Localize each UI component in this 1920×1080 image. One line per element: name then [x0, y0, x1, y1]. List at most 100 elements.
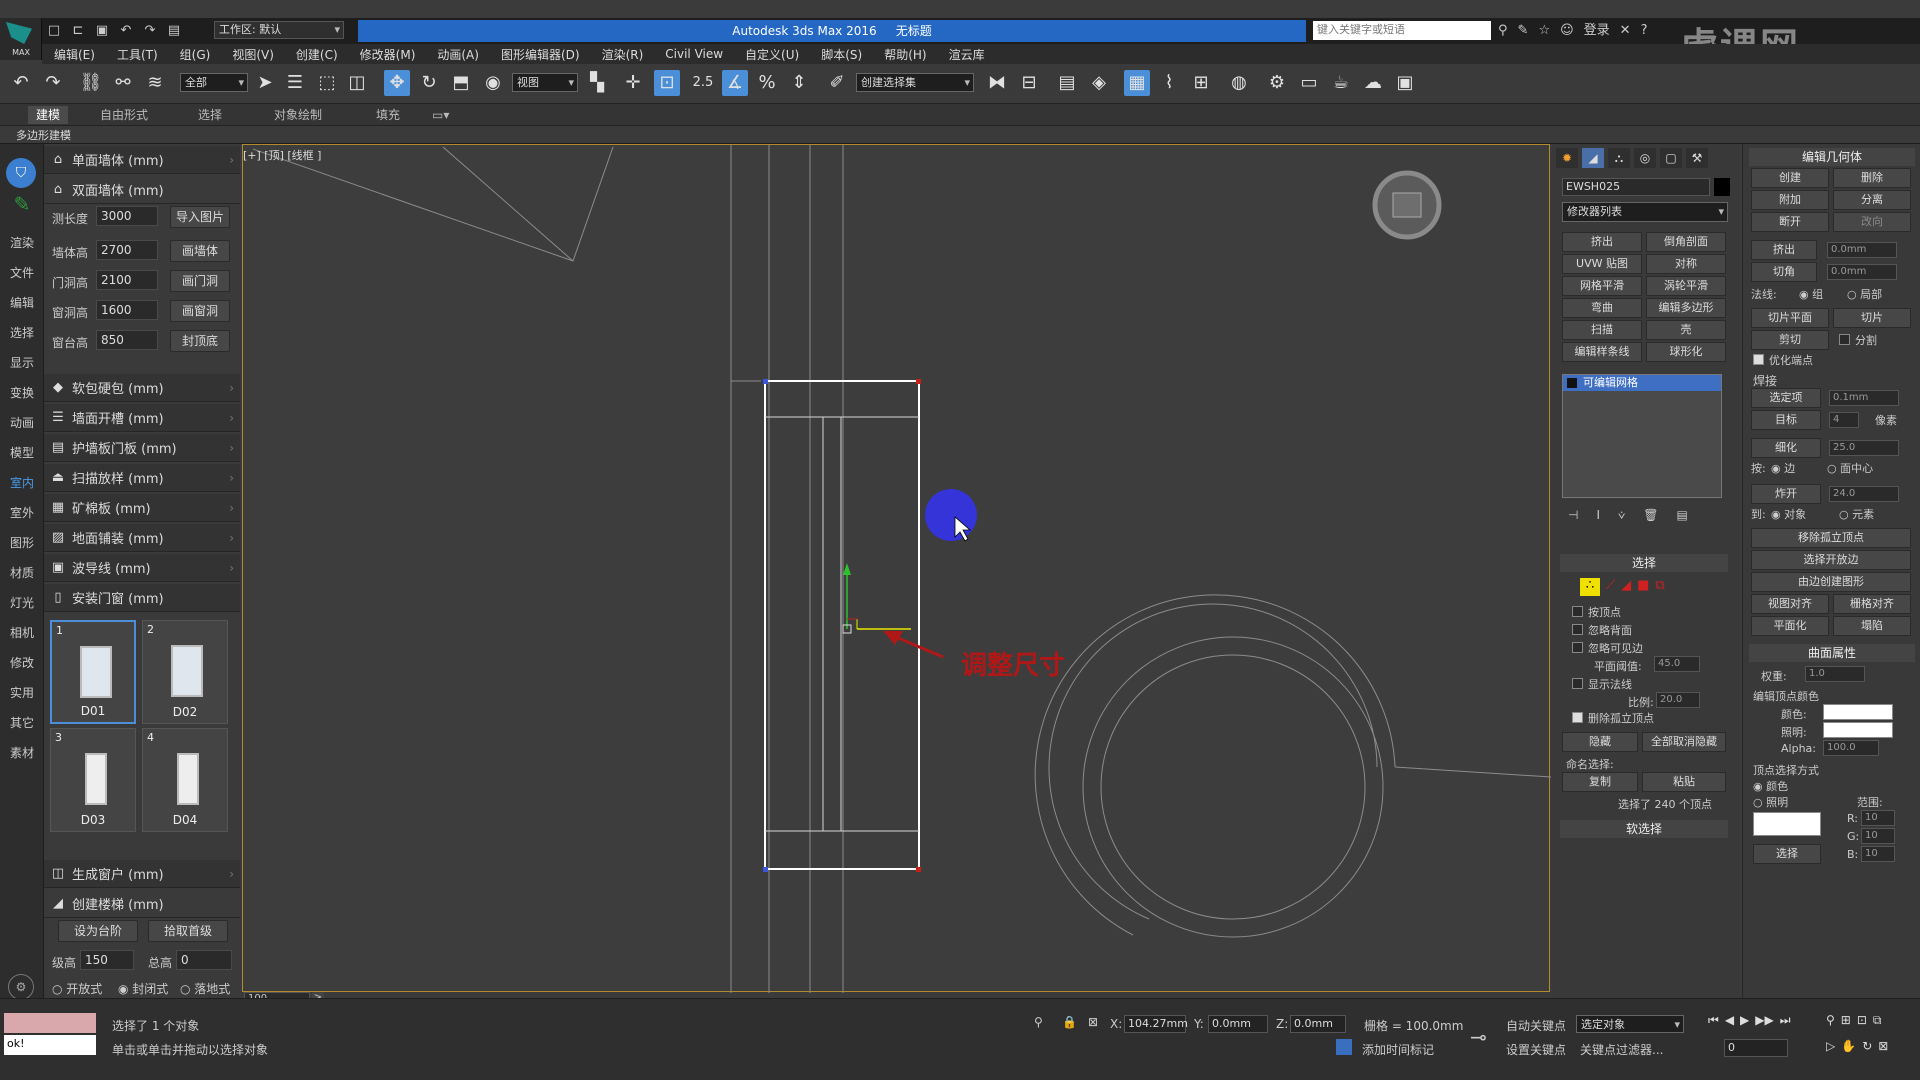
range-g-input[interactable]: 10 — [1861, 828, 1895, 844]
transform-gizmo[interactable] — [842, 563, 911, 634]
undo-icon[interactable]: ↶ — [8, 70, 34, 96]
zoom-extents-all-icon[interactable]: ⧉ — [1873, 1013, 1882, 1028]
radio-ground[interactable]: ○ 落地式 — [180, 980, 230, 997]
normal-group-radio[interactable]: ◉ 组 — [1799, 286, 1823, 302]
previous-frame-icon[interactable]: ◀ — [1725, 1013, 1734, 1028]
spinner-snap-icon[interactable]: ⇕ — [786, 70, 812, 96]
set-key-icon[interactable]: ⊸ — [1470, 1025, 1487, 1049]
link-icon[interactable]: ⛓ — [78, 70, 104, 96]
render-iterative-icon[interactable]: ☁ — [1360, 70, 1386, 96]
paste-button[interactable]: 粘贴 — [1642, 772, 1726, 792]
face-center-radio[interactable]: ○ 面中心 — [1827, 460, 1873, 476]
vtab-animation[interactable]: 动画 — [0, 414, 44, 431]
make-unique-icon[interactable]: ⩒ — [1618, 508, 1625, 526]
undo-icon[interactable]: ↶ — [116, 22, 136, 40]
select-color-swatch[interactable] — [1753, 812, 1821, 836]
maxscript-listener[interactable]: ok! — [4, 1035, 96, 1055]
selected-door-frame[interactable] — [764, 380, 920, 870]
snap-toggle-icon[interactable]: 2.5 — [690, 70, 716, 96]
create-button[interactable]: 创建 — [1751, 168, 1829, 188]
vtab-edit[interactable]: 编辑 — [0, 294, 44, 311]
z-coord-input[interactable]: 0.0mm — [1290, 1015, 1346, 1033]
range-r-input[interactable]: 10 — [1861, 810, 1895, 826]
refine-ends-checkbox[interactable] — [1753, 354, 1764, 365]
menu-scripting[interactable]: 脚本(S) — [821, 46, 862, 63]
project-folder-icon[interactable]: ▤ — [164, 22, 184, 40]
ref-coord-dropdown[interactable]: 视图 — [512, 73, 578, 92]
menu-graph-editors[interactable]: 图形编辑器(D) — [501, 46, 580, 63]
add-time-tag[interactable]: 添加时间标记 — [1362, 1041, 1434, 1058]
wainscot-section[interactable]: ▤ 护墙板门板 (mm) › — [44, 434, 240, 462]
weight-input[interactable]: 1.0 — [1805, 666, 1865, 682]
edit-named-sel-icon[interactable]: ✐ — [824, 70, 850, 96]
current-frame-input[interactable]: 0 — [1724, 1039, 1788, 1057]
tab-selection[interactable]: 选择 — [190, 106, 230, 124]
top-viewport[interactable]: 调整尺寸 [+] [顶] [线框 ] — [242, 144, 1551, 993]
vertex-level-icon[interactable]: ∴ — [1580, 578, 1600, 596]
hide-button[interactable]: 隐藏 — [1562, 732, 1638, 752]
new-file-icon[interactable]: □ — [44, 22, 64, 40]
edge-radio[interactable]: ◉ 边 — [1771, 460, 1795, 476]
plane-threshold-input[interactable]: 45.0 — [1654, 656, 1700, 672]
soft-selection-rollout[interactable]: 软选择 — [1560, 820, 1728, 838]
delete-isolated-checkbox[interactable] — [1572, 712, 1583, 723]
edit-geometry-header[interactable]: 编辑几何体 — [1749, 148, 1915, 166]
explode-button[interactable]: 炸开 — [1751, 484, 1821, 504]
menu-animation[interactable]: 动画(A) — [437, 46, 479, 63]
orbit-icon[interactable]: ↻ — [1862, 1039, 1872, 1053]
radio-closed[interactable]: ◉ 封闭式 — [118, 980, 168, 997]
zoom-all-icon[interactable]: ⊞ — [1841, 1013, 1851, 1028]
weld-target-button[interactable]: 目标 — [1751, 410, 1821, 430]
pick-first-step-button[interactable]: 拾取首级 — [148, 920, 228, 942]
absolute-mode-icon[interactable]: ⊠ — [1088, 1015, 1098, 1029]
select-by-color-radio[interactable]: ◉ 颜色 — [1753, 778, 1788, 794]
mirror-icon[interactable]: ⧓ — [984, 70, 1010, 96]
curve-editor-icon[interactable]: ⌇ — [1156, 70, 1182, 96]
polygon-modeling-label[interactable]: 多边形建模 — [16, 127, 71, 143]
grid-align-button[interactable]: 栅格对齐 — [1833, 594, 1911, 614]
create-stairs-section[interactable]: ◢ 创建楼梯 (mm) — [44, 890, 240, 918]
render-icon[interactable]: ☕ — [1328, 70, 1354, 96]
user-icon[interactable]: ☺ — [1560, 20, 1574, 42]
isolate-icon[interactable]: ⚲ — [1034, 1015, 1043, 1029]
tab-modeling[interactable]: 建模 — [28, 106, 69, 124]
rotate-icon[interactable]: ↻ — [416, 70, 442, 96]
vtab-material[interactable]: 材质 — [0, 564, 44, 581]
measure-input[interactable]: 3000 — [96, 206, 158, 226]
copy-button[interactable]: 复制 — [1562, 772, 1638, 792]
menu-create[interactable]: 创建(C) — [296, 46, 338, 63]
single-wall-section[interactable]: ⌂ 单面墙体 (mm) › — [44, 146, 240, 174]
select-object-icon[interactable]: ➤ — [252, 70, 278, 96]
field-of-view-icon[interactable]: ▷ — [1826, 1039, 1835, 1053]
door-tile[interactable]: 1 D01 — [50, 620, 136, 724]
y-coord-input[interactable]: 0.0mm — [1208, 1015, 1268, 1033]
soft-hard-pack-section[interactable]: ◆ 软包硬包 (mm) › — [44, 374, 240, 402]
binoculars-icon[interactable]: ⚲ — [1498, 20, 1508, 42]
display-tab-icon[interactable]: ▢ — [1660, 148, 1682, 168]
install-doors-section[interactable]: ▯ 安装门窗 (mm) — [44, 584, 240, 612]
edge-level-icon[interactable]: ⟋ — [1606, 578, 1615, 596]
select-by-name-icon[interactable]: ☰ — [282, 70, 308, 96]
unhide-all-button[interactable]: 全部取消隐藏 — [1642, 732, 1726, 752]
align-icon[interactable]: ⊟ — [1016, 70, 1042, 96]
wall-height-input[interactable]: 2700 — [96, 240, 158, 260]
utilities-tab-icon[interactable]: ⚒ — [1686, 148, 1708, 168]
cap-bottom-button[interactable]: 封顶底 — [170, 330, 230, 352]
spherify-button[interactable]: 球形化 — [1646, 342, 1726, 362]
tab-freeform[interactable]: 自由形式 — [92, 106, 156, 124]
view-align-button[interactable]: 视图对齐 — [1751, 594, 1829, 614]
draw-window-button[interactable]: 画窗洞 — [170, 300, 230, 322]
go-to-end-icon[interactable]: ⏭ — [1780, 1013, 1791, 1028]
select-by-color-button[interactable]: 选择 — [1753, 844, 1821, 864]
door-tile[interactable]: 4 D04 — [142, 728, 228, 832]
viewcube-face[interactable] — [1392, 192, 1422, 218]
rect-selection-icon[interactable]: ⬚ — [314, 70, 340, 96]
pin-stack-icon[interactable]: ⊣ — [1568, 508, 1578, 526]
place-icon[interactable]: ◉ — [480, 70, 506, 96]
object-color-swatch[interactable] — [1714, 178, 1730, 196]
selection-filter-dropdown[interactable]: 全部 — [180, 73, 248, 92]
door-tile[interactable]: 3 D03 — [50, 728, 136, 832]
slice-button[interactable]: 切片 — [1833, 308, 1911, 328]
selection-rollout-header[interactable]: 选择 — [1560, 554, 1728, 572]
auto-key-button[interactable]: 自动关键点 — [1506, 1017, 1566, 1034]
